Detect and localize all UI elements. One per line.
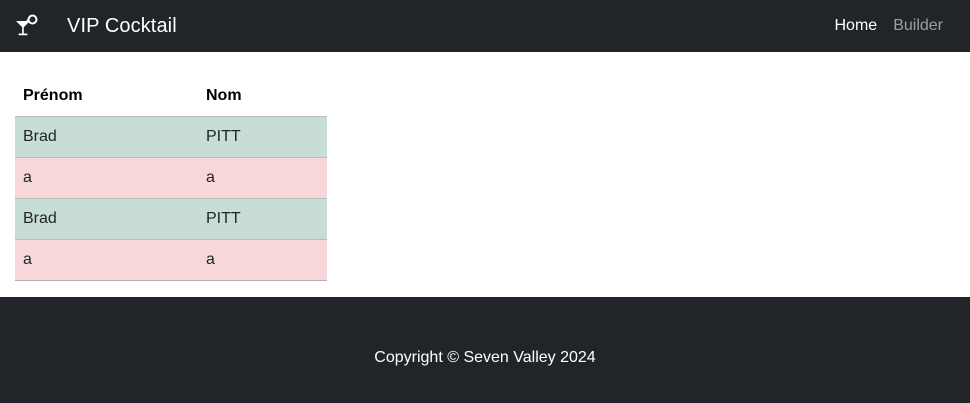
cell-nom: a xyxy=(198,156,327,198)
navbar: VIP Cocktail Home Builder xyxy=(0,0,970,52)
guests-table: Prénom Nom Brad PITT a a Brad PITT a a xyxy=(15,77,327,281)
nav-links: Home Builder xyxy=(819,0,944,52)
copyright-text: Copyright © Seven Valley 2024 xyxy=(374,348,596,366)
brand-link[interactable]: VIP Cocktail xyxy=(14,13,177,39)
cell-nom: PITT xyxy=(198,197,327,239)
footer: Copyright © Seven Valley 2024 xyxy=(0,297,970,403)
cell-prenom: Brad xyxy=(15,115,198,157)
cell-nom: PITT xyxy=(198,115,327,157)
nav-link-home[interactable]: Home xyxy=(835,17,878,35)
table-header-row: Prénom Nom xyxy=(15,77,327,116)
table-row: Brad PITT xyxy=(15,115,327,157)
table-row: a a xyxy=(15,238,327,281)
table-row: a a xyxy=(15,156,327,198)
nav-link-builder[interactable]: Builder xyxy=(893,17,943,35)
column-header-nom: Nom xyxy=(198,77,327,116)
table-row: Brad PITT xyxy=(15,197,327,239)
brand-title: VIP Cocktail xyxy=(67,14,177,37)
column-header-prenom: Prénom xyxy=(15,77,198,116)
cocktail-glass-icon xyxy=(14,13,40,39)
cell-nom: a xyxy=(198,238,327,281)
cell-prenom: Brad xyxy=(15,197,198,239)
cell-prenom: a xyxy=(15,156,198,198)
main-content: Prénom Nom Brad PITT a a Brad PITT a a xyxy=(15,77,327,281)
cell-prenom: a xyxy=(15,238,198,281)
